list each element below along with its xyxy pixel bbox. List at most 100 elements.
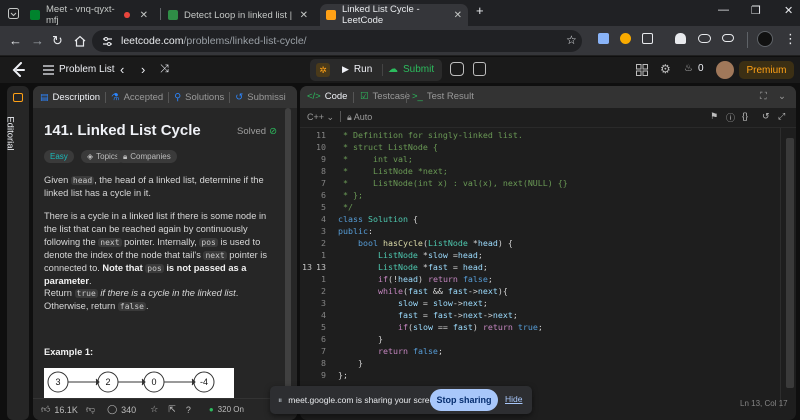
link-icon[interactable] bbox=[722, 34, 734, 42]
editor-scrollbar[interactable] bbox=[786, 138, 794, 388]
line-number: 11 bbox=[316, 130, 326, 140]
debug-bug-icon[interactable]: ✲ bbox=[316, 63, 330, 77]
browser-tab-meet[interactable]: Meet - vnq-qyxt-mfj ✕ bbox=[24, 4, 154, 26]
user-avatar[interactable] bbox=[716, 61, 734, 79]
tab-test-result[interactable]: >_ Test Result bbox=[412, 91, 474, 102]
line-number: 4 bbox=[321, 214, 326, 224]
tab-code[interactable]: </> Code bbox=[307, 91, 347, 102]
close-tab-icon[interactable]: ✕ bbox=[454, 10, 462, 21]
extension-bulb-icon[interactable] bbox=[620, 33, 631, 44]
comments-count: 340 bbox=[121, 404, 137, 415]
home-icon[interactable] bbox=[74, 35, 86, 47]
screen-share-bar: ⏸ meet.google.com is sharing your screen… bbox=[270, 386, 532, 414]
leetcode-logo-icon[interactable] bbox=[12, 62, 26, 78]
line-number: 2 bbox=[321, 238, 326, 248]
format-braces-icon[interactable]: {} bbox=[742, 111, 748, 121]
key-icon[interactable] bbox=[698, 34, 711, 43]
extensions-puzzle-icon[interactable] bbox=[642, 33, 653, 44]
next-problem-icon[interactable]: › bbox=[141, 62, 145, 77]
submit-button[interactable]: ☁ Submit bbox=[388, 64, 434, 75]
settings-gear-icon[interactable]: ⚙ bbox=[660, 62, 671, 76]
back-arrow-icon[interactable]: ← bbox=[9, 33, 22, 48]
submit-label: Submit bbox=[403, 64, 435, 75]
favorite-button[interactable]: ☆ bbox=[150, 404, 158, 415]
online-dot-icon: ● bbox=[208, 405, 214, 414]
incognito-icon[interactable] bbox=[675, 33, 686, 44]
maximize-icon[interactable]: ⛶ bbox=[760, 91, 767, 102]
line-number: 1 bbox=[321, 250, 326, 260]
extension-icon[interactable] bbox=[598, 33, 609, 44]
tab-description-label: Description bbox=[52, 91, 101, 103]
hide-share-bar-link[interactable]: Hide bbox=[505, 394, 522, 404]
tab-label: Meet - vnq-qyxt-mfj bbox=[46, 4, 115, 26]
notes-icon[interactable] bbox=[473, 62, 486, 76]
comments-button[interactable]: ◯ 340 bbox=[107, 404, 136, 415]
companies-button[interactable]: 🔒︎ Companies bbox=[117, 150, 177, 163]
stop-sharing-label: Stop sharing bbox=[436, 395, 492, 405]
close-window-button[interactable]: ✕ bbox=[784, 4, 793, 17]
code-editor[interactable]: 11 10 9 8 7 6 5 4 3 2 1 13 1 2 3 4 5 6 7… bbox=[300, 128, 780, 420]
close-tab-icon[interactable]: ✕ bbox=[300, 10, 308, 21]
right-panel-tabs: </> Code ☑ Testcase >_ Test Result ⛶ ⌄ bbox=[300, 86, 796, 108]
editorial-book-icon[interactable] bbox=[13, 93, 23, 102]
browser-tab-gfg[interactable]: Detect Loop in linked list | Pract ✕ bbox=[162, 4, 314, 26]
tab-accepted[interactable]: ⚗ Accepted bbox=[106, 92, 168, 103]
profile-avatar[interactable] bbox=[757, 31, 773, 47]
site-info-icon[interactable] bbox=[102, 36, 113, 47]
share-button[interactable]: ⇱ bbox=[168, 404, 176, 415]
solved-status: Solved ⊘ bbox=[237, 126, 277, 137]
prev-problem-icon[interactable]: ‹ bbox=[120, 62, 124, 77]
editorial-tab[interactable]: Editorial bbox=[5, 116, 16, 150]
dislike-button[interactable]: 👎︎ bbox=[86, 404, 95, 415]
reset-code-icon[interactable]: ↺ bbox=[762, 111, 770, 122]
shuffle-icon[interactable]: ⤨ bbox=[160, 63, 169, 76]
node-label: 3 bbox=[55, 377, 60, 387]
stop-sharing-button[interactable]: Stop sharing bbox=[430, 389, 498, 411]
gutter-marker: 13 bbox=[302, 262, 312, 272]
premium-button[interactable]: Premium bbox=[739, 61, 794, 79]
editor-toolbar: C++ ⌄ 🔒︎ Auto ⚑ ⓘ {} ↺ ⤢ bbox=[300, 108, 796, 128]
timer-icon[interactable] bbox=[450, 62, 464, 76]
description-scrollbar[interactable] bbox=[285, 108, 291, 396]
tab-submissions[interactable]: ↺ Submissi bbox=[230, 92, 291, 103]
browser-menu-icon[interactable]: ⋮ bbox=[784, 31, 797, 47]
line-number: 3 bbox=[321, 298, 326, 308]
coins-counter[interactable]: ♨ 0 bbox=[684, 63, 704, 74]
line-number: 7 bbox=[321, 346, 326, 356]
tab-testcase[interactable]: ☑ Testcase bbox=[360, 91, 410, 102]
tab-search-icon[interactable] bbox=[8, 8, 19, 19]
drag-handle-icon[interactable]: ⏸ bbox=[278, 395, 282, 406]
linked-list-diagram: 3 2 0 -4 bbox=[44, 368, 234, 398]
new-tab-button[interactable]: + bbox=[476, 3, 484, 18]
minimize-button[interactable]: — bbox=[718, 4, 729, 16]
line-number: 5 bbox=[321, 202, 326, 212]
fullscreen-icon[interactable]: ⤢ bbox=[778, 111, 785, 122]
close-tab-icon[interactable]: ✕ bbox=[140, 10, 148, 21]
description-paragraph-1: Given head, the head of a linked list, d… bbox=[44, 175, 264, 198]
address-bar[interactable]: leetcode.com/problems/linked-list-cycle/ bbox=[92, 30, 582, 52]
layout-grid-icon[interactable] bbox=[636, 64, 648, 76]
likes-count: 16.1K bbox=[54, 404, 78, 415]
browser-tab-leetcode[interactable]: Linked List Cycle - LeetCode ✕ bbox=[320, 4, 468, 26]
info-icon[interactable]: ⓘ bbox=[726, 111, 735, 124]
reload-icon[interactable]: ↻ bbox=[52, 33, 63, 49]
problem-list-button[interactable]: Problem List bbox=[43, 64, 115, 75]
run-button[interactable]: ▶ Run bbox=[342, 64, 372, 75]
description-paragraph-2: There is a cycle in a linked list if the… bbox=[44, 211, 268, 286]
tab-description[interactable]: ▤ Description bbox=[33, 92, 105, 103]
tab-solutions[interactable]: ⚲ Solutions bbox=[169, 92, 229, 103]
line-number: 2 bbox=[321, 286, 326, 296]
forward-arrow-icon[interactable]: → bbox=[31, 33, 44, 48]
help-button[interactable]: ? bbox=[186, 405, 191, 415]
browser-tab-strip: Meet - vnq-qyxt-mfj ✕ Detect Loop in lin… bbox=[0, 0, 800, 26]
online-count: 320 On bbox=[217, 405, 244, 414]
restore-button[interactable]: ❐ bbox=[751, 4, 761, 17]
mode-label: Auto bbox=[353, 112, 373, 122]
like-button[interactable]: 👍︎ 16.1K bbox=[41, 404, 78, 415]
collapse-chevron-icon[interactable]: ⌄ bbox=[778, 91, 786, 102]
bookmark-star-icon[interactable]: ☆ bbox=[566, 33, 577, 47]
url-text: leetcode.com/problems/linked-list-cycle/ bbox=[121, 35, 307, 47]
auto-mode-toggle[interactable]: 🔒︎ Auto bbox=[347, 112, 372, 123]
bookmark-icon[interactable]: ⚑ bbox=[710, 111, 718, 122]
language-select[interactable]: C++ ⌄ bbox=[307, 112, 334, 123]
